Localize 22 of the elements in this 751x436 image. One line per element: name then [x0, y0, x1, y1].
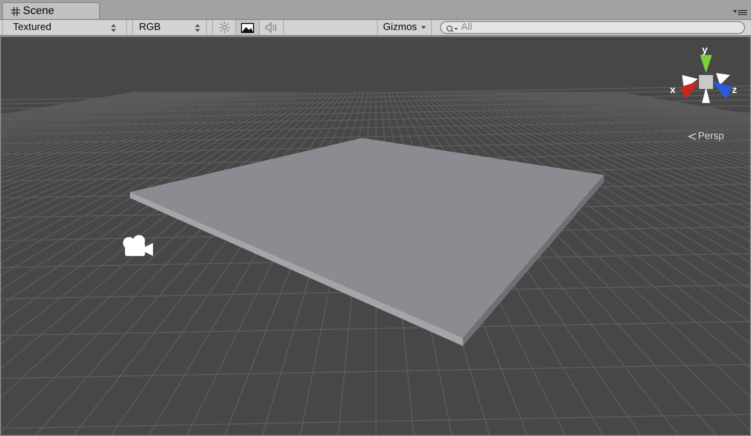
- x-axis-label: x: [670, 84, 676, 98]
- render-mode-dropdown[interactable]: RGB: [132, 20, 207, 35]
- draw-mode-dropdown[interactable]: Textured: [2, 20, 127, 35]
- projection-label[interactable]: Persp: [698, 129, 724, 144]
- scene-viewport[interactable]: y x z Persp: [0, 36, 751, 436]
- menu-icon[interactable]: [733, 9, 747, 16]
- sun-icon: [218, 22, 230, 33]
- image-toggle[interactable]: [236, 20, 260, 35]
- speaker-icon: [265, 22, 278, 33]
- camera-icon: [123, 235, 153, 256]
- gizmos-dropdown[interactable]: Gizmos: [377, 20, 432, 35]
- scene-tab[interactable]: Scene: [2, 2, 100, 19]
- search-icon: [446, 25, 458, 33]
- chevron-left-icon: [688, 133, 696, 140]
- caret-icon: [420, 26, 426, 29]
- y-axis-label: y: [702, 44, 708, 58]
- grid-icon: [11, 6, 20, 16]
- z-axis-label: z: [732, 84, 737, 98]
- search-field[interactable]: All: [440, 21, 745, 34]
- updown-icon: [111, 24, 116, 32]
- landscape-icon: [241, 22, 254, 32]
- updown-icon: [195, 24, 200, 32]
